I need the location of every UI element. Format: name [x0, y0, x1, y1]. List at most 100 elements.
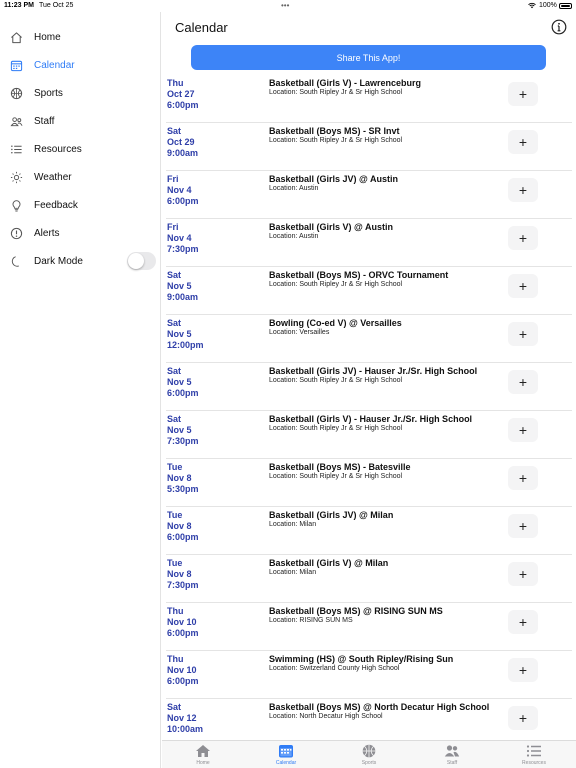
event-row[interactable]: Tue Nov 8 7:30pm Basketball (Girls V) @ …	[166, 555, 572, 603]
event-row[interactable]: Fri Nov 4 7:30pm Basketball (Girls V) @ …	[166, 219, 572, 267]
event-title: Bowling (Co-ed V) @ Versailles	[269, 318, 402, 328]
add-to-calendar-button[interactable]: +	[508, 706, 538, 730]
add-to-calendar-button[interactable]: +	[508, 466, 538, 490]
event-location: Location: RISING SUN MS	[269, 617, 353, 624]
event-location: Location: South Ripley Jr & Sr High Scho…	[269, 137, 403, 144]
add-to-calendar-button[interactable]: +	[508, 274, 538, 298]
event-day: Sat	[167, 366, 182, 376]
event-day: Fri	[167, 174, 179, 184]
tab-label: Sports	[361, 760, 377, 766]
event-time: 7:30pm	[167, 244, 199, 254]
event-row[interactable]: Tue Nov 8 6:00pm Basketball (Girls JV) @…	[166, 507, 572, 555]
add-to-calendar-button[interactable]: +	[508, 562, 538, 586]
event-date: Nov 5	[167, 281, 192, 291]
event-date: Nov 5	[167, 329, 192, 339]
event-date: Nov 5	[167, 377, 192, 387]
event-date: Nov 8	[167, 473, 192, 483]
sidebar-item-staff[interactable]: Staff	[0, 109, 161, 133]
sidebar-item-feedback[interactable]: Feedback	[0, 193, 161, 217]
event-title: Basketball (Girls V) - Lawrenceburg	[269, 78, 422, 88]
event-time: 6:00pm	[167, 100, 199, 110]
calendar-icon	[278, 743, 294, 758]
event-location: Location: North Decatur High School	[269, 713, 383, 720]
event-day: Thu	[167, 606, 184, 616]
add-to-calendar-button[interactable]: +	[508, 370, 538, 394]
event-day: Fri	[167, 222, 179, 232]
add-to-calendar-button[interactable]: +	[508, 610, 538, 634]
event-location: Location: Switzerland County High School	[269, 665, 400, 672]
event-date: Nov 10	[167, 665, 197, 675]
share-app-button[interactable]: Share This App!	[191, 45, 546, 70]
tab-calendar[interactable]: Calendar	[256, 743, 316, 768]
sidebar: Home Calendar Sports Staff Resources Wea…	[0, 12, 161, 768]
event-row[interactable]: Sat Oct 29 9:00am Basketball (Boys MS) -…	[166, 123, 572, 171]
add-to-calendar-button[interactable]: +	[508, 178, 538, 202]
add-to-calendar-button[interactable]: +	[508, 226, 538, 250]
dark-mode-toggle[interactable]	[127, 252, 156, 270]
event-location: Location: Austin	[269, 233, 319, 240]
add-to-calendar-button[interactable]: +	[508, 130, 538, 154]
add-to-calendar-button[interactable]: +	[508, 514, 538, 538]
people-icon	[9, 114, 23, 128]
page-title: Calendar	[175, 20, 228, 35]
status-time: 11:23 PM	[4, 2, 34, 9]
calendar-icon	[9, 58, 23, 72]
event-row[interactable]: Fri Nov 4 6:00pm Basketball (Girls JV) @…	[166, 171, 572, 219]
event-row[interactable]: Thu Nov 10 6:00pm Swimming (HS) @ South …	[166, 651, 572, 699]
event-row[interactable]: Tue Nov 8 5:30pm Basketball (Boys MS) - …	[166, 459, 572, 507]
event-row[interactable]: Sat Nov 5 6:00pm Basketball (Girls JV) -…	[166, 363, 572, 411]
event-time: 12:00pm	[167, 340, 204, 350]
event-time: 6:00pm	[167, 676, 199, 686]
add-to-calendar-button[interactable]: +	[508, 322, 538, 346]
event-time: 5:30pm	[167, 484, 199, 494]
multitasking-dots-icon[interactable]: •••	[281, 1, 289, 10]
tab-staff[interactable]: Staff	[422, 743, 482, 768]
sidebar-item-weather[interactable]: Weather	[0, 165, 161, 189]
sidebar-item-label: Alerts	[34, 227, 60, 239]
sidebar-item-alerts[interactable]: Alerts	[0, 221, 161, 245]
basketball-icon	[9, 86, 23, 100]
event-day: Tue	[167, 462, 183, 472]
event-row[interactable]: Sat Nov 5 12:00pm Bowling (Co-ed V) @ Ve…	[166, 315, 572, 363]
sidebar-item-sports[interactable]: Sports	[0, 81, 161, 105]
sidebar-item-home[interactable]: Home	[0, 25, 161, 49]
sidebar-item-label: Weather	[34, 171, 72, 183]
status-date: Tue Oct 25	[39, 2, 74, 9]
event-date: Nov 10	[167, 617, 197, 627]
tab-label: Home	[196, 760, 210, 766]
event-day: Tue	[167, 558, 183, 568]
battery-percent: 100%	[539, 2, 557, 9]
event-title: Basketball (Girls JV) @ Austin	[269, 174, 398, 184]
event-row[interactable]: Sat Nov 5 7:30pm Basketball (Girls V) - …	[166, 411, 572, 459]
event-row[interactable]: Sat Nov 5 9:00am Basketball (Boys MS) - …	[166, 267, 572, 315]
tab-resources[interactable]: Resources	[504, 743, 564, 768]
event-row[interactable]: Thu Oct 27 6:00pm Basketball (Girls V) -…	[166, 75, 572, 123]
event-title: Basketball (Boys MS) - SR Invt	[269, 126, 400, 136]
sidebar-item-label: Feedback	[34, 199, 78, 211]
info-icon[interactable]	[551, 19, 567, 35]
tab-sports[interactable]: Sports	[339, 743, 399, 768]
event-title: Basketball (Girls V) - Hauser Jr./Sr. Hi…	[269, 414, 473, 424]
event-time: 9:00am	[167, 292, 199, 302]
toggle-knob	[128, 253, 144, 269]
event-title: Basketball (Boys MS) - Batesville	[269, 462, 411, 472]
lightbulb-icon	[9, 198, 23, 212]
event-day: Sat	[167, 702, 182, 712]
add-to-calendar-button[interactable]: +	[508, 658, 538, 682]
tab-label: Resources	[522, 760, 546, 766]
event-row[interactable]: Thu Nov 10 6:00pm Basketball (Boys MS) @…	[166, 603, 572, 651]
sidebar-item-label: Resources	[34, 143, 82, 155]
battery-icon	[559, 3, 572, 9]
sidebar-item-resources[interactable]: Resources	[0, 137, 161, 161]
add-to-calendar-button[interactable]: +	[508, 82, 538, 106]
event-location: Location: Milan	[269, 521, 317, 528]
status-bar: 11:23 PM Tue Oct 25 ••• 100%	[0, 0, 576, 12]
event-location: Location: South Ripley Jr & Sr High Scho…	[269, 473, 403, 480]
event-day: Sat	[167, 318, 182, 328]
tab-home[interactable]: Home	[173, 743, 233, 768]
add-to-calendar-button[interactable]: +	[508, 418, 538, 442]
sidebar-item-calendar[interactable]: Calendar	[0, 53, 161, 77]
basketball-icon	[361, 743, 377, 758]
event-time: 9:00am	[167, 148, 199, 158]
event-location: Location: South Ripley Jr & Sr High Scho…	[269, 425, 403, 432]
